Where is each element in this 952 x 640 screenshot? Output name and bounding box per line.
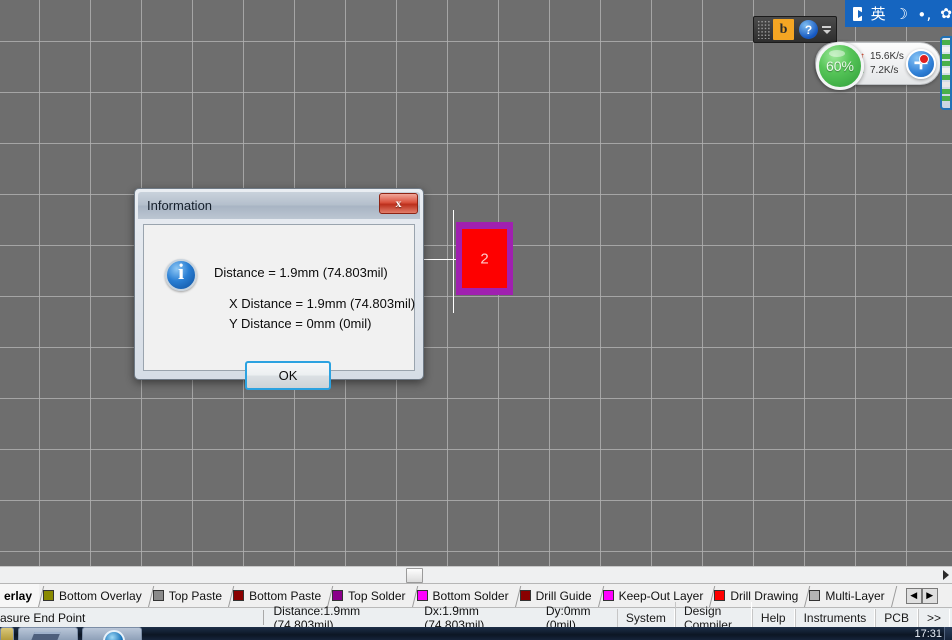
layer-tab-label: Bottom Solder: [432, 588, 509, 603]
panel-segment: [942, 40, 950, 45]
scrollbar-thumb[interactable]: [406, 568, 423, 583]
dialog-distance-text: Distance = 1.9mm (74.803mil): [214, 265, 388, 280]
layer-color-swatch: [43, 590, 55, 601]
cpu-usage-gauge[interactable]: 60%: [816, 42, 864, 90]
show-desktop-button[interactable]: [944, 627, 952, 640]
upload-speed: 15.6K/s: [870, 50, 904, 62]
layer-color-swatch: [714, 590, 726, 601]
pcb-pad-2[interactable]: 2: [456, 222, 513, 295]
language-bar[interactable]: 英 ☽ ∙, ✿: [845, 0, 952, 27]
language-mode-label[interactable]: 英: [871, 3, 886, 24]
panel-segment: [942, 89, 950, 94]
taskbar-item-2[interactable]: [18, 627, 78, 640]
info-icon: [165, 259, 197, 291]
layer-color-swatch: [519, 590, 531, 601]
download-speed: 7.2K/s: [870, 64, 899, 76]
taskbar-item-1[interactable]: [0, 627, 14, 640]
layer-color-swatch: [416, 590, 428, 601]
status-command-text: asure End Point: [0, 610, 86, 625]
ime-floating-toolbar[interactable]: b ?: [753, 16, 837, 43]
layer-tab-label: Bottom Overlay: [59, 588, 142, 603]
ok-button[interactable]: OK: [245, 361, 331, 390]
browser-globe-icon: [103, 630, 125, 640]
pcb-pad-label: 2: [480, 250, 489, 267]
layer-color-swatch: [602, 590, 614, 601]
ime-logo-icon[interactable]: [853, 6, 865, 21]
layer-tab-erlay[interactable]: erlay: [0, 584, 40, 607]
layer-color-swatch: [332, 590, 344, 601]
gear-icon[interactable]: ✿: [940, 6, 952, 22]
panel-button-pcb[interactable]: PCB: [875, 608, 918, 627]
help-icon[interactable]: ?: [799, 20, 818, 39]
layer-tab-top-paste[interactable]: Top Paste: [149, 584, 229, 607]
layer-color-swatch: [233, 590, 245, 601]
panel-segment: [942, 68, 950, 73]
moon-icon[interactable]: ☽: [895, 5, 908, 23]
bing-icon[interactable]: b: [773, 19, 794, 40]
docked-side-panel[interactable]: [940, 36, 952, 110]
taskbar-item-3[interactable]: [82, 627, 142, 640]
layer-tab-label: Multi-Layer: [825, 588, 885, 603]
layer-tab-label: Drill Drawing: [730, 588, 799, 603]
layer-tab-label: Keep-Out Layer: [618, 588, 704, 603]
drag-grip-icon[interactable]: [757, 20, 771, 39]
scroll-right-arrow-icon[interactable]: [943, 570, 949, 580]
dialog-x-distance-text: X Distance = 1.9mm (74.803mil): [229, 296, 416, 311]
chevron-down-icon[interactable]: [822, 29, 831, 34]
panel-segment: [942, 96, 950, 101]
add-button[interactable]: ✛: [906, 49, 936, 79]
information-dialog[interactable]: Information x Distance = 1.9mm (74.803mi…: [134, 188, 424, 390]
panel-button-instruments[interactable]: Instruments: [794, 608, 876, 627]
dialog-y-distance-text: Y Distance = 0mm (0mil): [229, 316, 372, 331]
punctuation-icon[interactable]: ∙,: [917, 5, 931, 23]
application-window: 2 erlay Bottom Overlay Top Paste Bottom Pas…: [0, 0, 952, 640]
minimize-icon[interactable]: [822, 25, 831, 28]
download-row: ↓ 7.2K/s: [860, 64, 904, 78]
network-speed-rows: ↑ 15.6K/s ↓ 7.2K/s: [860, 50, 904, 78]
document-icon: [31, 632, 61, 640]
panel-segment: [942, 61, 950, 66]
panel-segment: [942, 47, 950, 52]
panel-button--[interactable]: >>: [917, 608, 950, 627]
layer-tab-label: erlay: [4, 588, 33, 603]
ime-controls[interactable]: [822, 25, 831, 34]
panel-segment: [942, 82, 950, 87]
dialog-body: Distance = 1.9mm (74.803mil) X Distance …: [143, 224, 416, 390]
upload-row: ↑ 15.6K/s: [860, 50, 904, 64]
gauge-gloss: [829, 50, 845, 57]
layer-tab-label: Top Paste: [168, 588, 223, 603]
dialog-title: Information: [147, 198, 213, 213]
layer-color-swatch: [152, 590, 164, 601]
layer-tab-label: Top Solder: [348, 588, 406, 603]
layer-tab-bottom-overlay[interactable]: Bottom Overlay: [39, 584, 149, 607]
layer-tab-label: Drill Guide: [535, 588, 592, 603]
panel-button-help[interactable]: Help: [751, 608, 795, 627]
measurement-line-vertical: [453, 210, 454, 313]
notification-dot: [919, 54, 929, 64]
dialog-titlebar[interactable]: Information x: [138, 192, 420, 219]
taskbar-clock[interactable]: 17:31: [914, 628, 942, 640]
panel-segment: [942, 54, 950, 59]
layer-tab-label: Bottom Paste: [249, 588, 322, 603]
windows-taskbar[interactable]: 17:31: [0, 627, 952, 640]
panel-button-system[interactable]: System: [616, 608, 675, 627]
close-icon[interactable]: x: [379, 193, 418, 214]
canvas-horizontal-scrollbar[interactable]: [0, 566, 952, 583]
layer-color-swatch: [809, 590, 821, 601]
status-bar: asure End Point Distance:1.9mm (74.803mi…: [0, 601, 952, 634]
cpu-usage-label: 60%: [825, 58, 855, 74]
panel-segment: [942, 75, 950, 80]
